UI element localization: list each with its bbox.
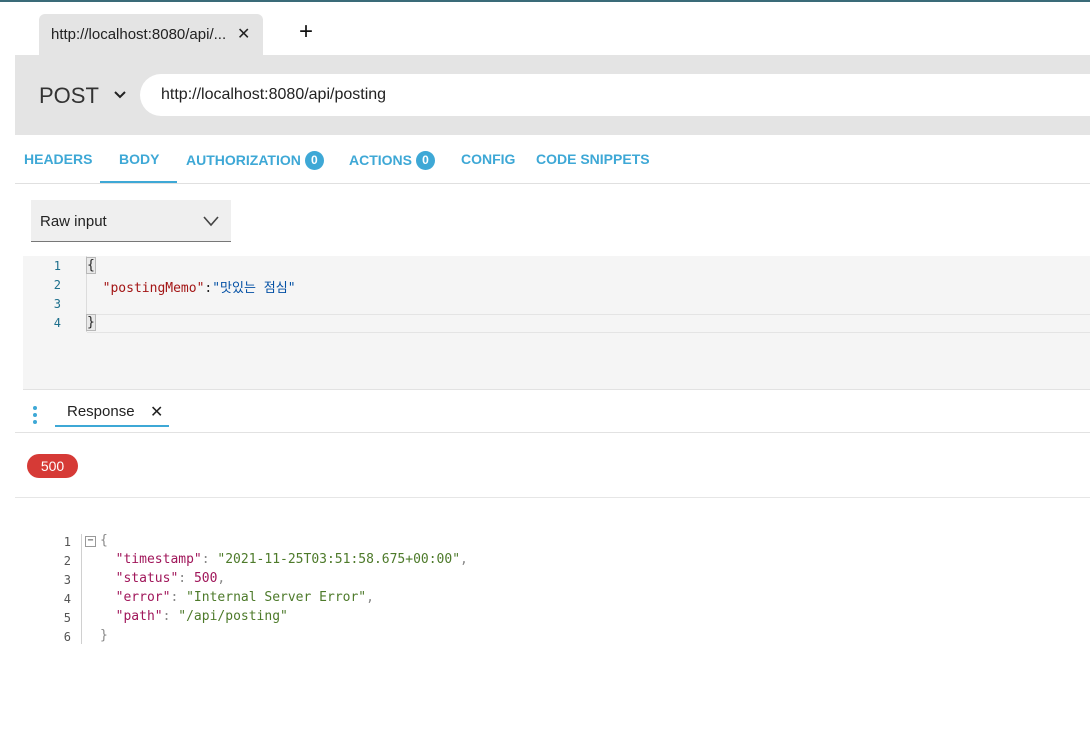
response-tab-label: Response xyxy=(67,403,135,420)
json-value: "맛있는 점심" xyxy=(212,281,296,296)
open-brace: { xyxy=(100,533,108,548)
tab-actions[interactable]: ACTIONS 0 xyxy=(349,151,435,170)
line-number: 4 xyxy=(63,592,71,606)
actions-count-badge: 0 xyxy=(416,151,435,170)
code-line: { xyxy=(86,257,96,274)
new-tab-plus-icon[interactable]: + xyxy=(299,20,313,44)
line-number: 1 xyxy=(53,259,61,273)
response-tabs: Response ✕ xyxy=(15,391,1090,433)
collapse-toggle-icon[interactable]: − xyxy=(85,536,96,547)
code-line: "status": 500, xyxy=(115,571,226,586)
line-number: 2 xyxy=(53,278,61,292)
response-body-viewer[interactable]: 1 2 3 4 5 6 − { "timestamp": "2021-11-25… xyxy=(40,532,740,652)
tab-config[interactable]: CONFIG xyxy=(461,151,515,167)
json-key: "status" xyxy=(115,571,179,586)
viewer-gutter xyxy=(81,534,82,644)
request-section-tabs: HEADERS BODY AUTHORIZATION 0 ACTIONS 0 CON… xyxy=(15,135,1090,184)
code-line: } xyxy=(100,628,108,643)
tab-config-label: CONFIG xyxy=(461,151,516,167)
code-line: "error": "Internal Server Error", xyxy=(115,590,374,605)
json-value: "Internal Server Error" xyxy=(186,590,367,605)
code-line: } xyxy=(86,314,96,331)
tab-body[interactable]: BODY xyxy=(119,151,159,167)
more-options-icon[interactable] xyxy=(32,406,38,424)
line-number: 2 xyxy=(63,554,71,568)
active-tab-indicator xyxy=(100,181,177,183)
tab-headers[interactable]: HEADERS xyxy=(24,151,92,167)
line-number: 5 xyxy=(63,611,71,625)
tab-body-label: BODY xyxy=(119,151,160,167)
json-key: "postingMemo" xyxy=(102,281,205,296)
url-input[interactable]: http://localhost:8080/api/posting xyxy=(140,74,1090,116)
tab-code-snippets[interactable]: CODE SNIPPETS xyxy=(536,151,650,167)
json-value: 500 xyxy=(193,571,218,586)
line-number: 6 xyxy=(63,630,71,644)
url-input-value[interactable]: http://localhost:8080/api/posting xyxy=(161,86,386,104)
open-brace: { xyxy=(86,257,96,274)
tab-authorization[interactable]: AUTHORIZATION 0 xyxy=(186,151,324,170)
tab-code-snippets-label: CODE SNIPPETS xyxy=(536,151,650,167)
current-line-highlight xyxy=(87,314,1090,333)
close-icon[interactable]: ✕ xyxy=(150,402,163,422)
json-value: "/api/posting" xyxy=(178,609,288,624)
json-value: "2021-11-25T03:51:58.675+00:00" xyxy=(217,552,461,567)
body-type-select[interactable]: Raw input xyxy=(31,200,231,242)
response-tab[interactable]: Response ✕ xyxy=(55,391,169,427)
json-key: "path" xyxy=(115,609,163,624)
code-line: { xyxy=(100,533,108,548)
tab-strip: http://localhost:8080/api/... ✕ + xyxy=(15,2,1090,55)
line-number: 4 xyxy=(53,316,61,330)
json-key: "error" xyxy=(115,590,171,605)
line-number: 1 xyxy=(63,535,71,549)
http-method-select[interactable]: POST xyxy=(39,83,99,109)
request-tab-title: http://localhost:8080/api/... xyxy=(51,26,227,43)
close-brace: } xyxy=(86,314,96,331)
code-line: "path": "/api/posting" xyxy=(115,609,288,624)
chevron-down-icon xyxy=(203,216,219,227)
authorization-count-badge: 0 xyxy=(304,151,324,170)
code-line: "timestamp": "2021-11-25T03:51:58.675+00… xyxy=(115,552,468,567)
status-badge: 500 xyxy=(27,454,78,478)
line-number: 3 xyxy=(63,573,71,587)
request-tab[interactable]: http://localhost:8080/api/... ✕ xyxy=(39,14,263,55)
request-body-editor[interactable]: 1 2 3 4 { "postingMemo":"맛있는 점심" } xyxy=(23,256,1090,390)
line-number: 3 xyxy=(53,297,61,311)
json-key: "timestamp" xyxy=(115,552,202,567)
code-line: "postingMemo":"맛있는 점심" xyxy=(87,277,296,296)
chevron-down-icon[interactable] xyxy=(113,88,127,102)
tab-authorization-label: AUTHORIZATION xyxy=(186,152,301,168)
response-status-row: 500 xyxy=(15,433,1090,498)
close-icon[interactable]: ✕ xyxy=(237,24,250,44)
request-bar: POST http://localhost:8080/api/posting xyxy=(15,55,1090,135)
tab-headers-label: HEADERS xyxy=(24,151,93,167)
body-type-selected: Raw input xyxy=(40,213,107,230)
close-brace: } xyxy=(100,628,108,643)
tab-actions-label: ACTIONS xyxy=(349,152,412,168)
